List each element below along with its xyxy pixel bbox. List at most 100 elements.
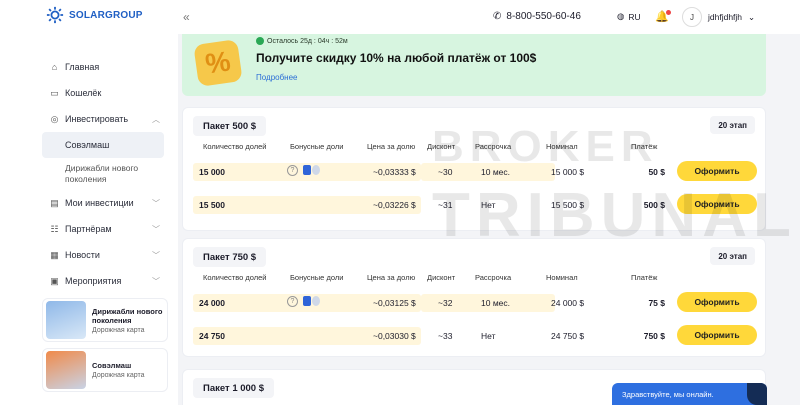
promo-card-airships[interactable]: Дирижабли нового поколения Дорожная карта: [42, 298, 168, 342]
sidebar-item-label: Дирижабли нового поколения: [65, 163, 139, 184]
payment-amount: 75 $: [648, 298, 665, 308]
share-price: ~0,03125 $: [373, 298, 416, 308]
chat-text: Здравствуйте, мы онлайн.: [622, 389, 714, 399]
share-price: ~0,03030 $: [373, 331, 416, 341]
chevron-down-icon: ⌄: [748, 11, 756, 22]
phone-icon: ✆: [493, 11, 502, 22]
sidebar-item-home[interactable]: ⌂ Главная: [0, 54, 178, 80]
home-icon: ⌂: [51, 62, 58, 72]
sidebar-item-wallet[interactable]: ▭ Кошелёк: [0, 80, 178, 106]
sidebar-item-label: Партнёрам: [65, 224, 112, 234]
package-title: Пакет 750 $: [193, 247, 267, 267]
chevron-up-icon: ︿: [152, 114, 160, 124]
column-header: Платёж: [631, 273, 658, 282]
promo-card-sovelmash[interactable]: Совэлмаш Дорожная карта: [42, 348, 168, 392]
column-header: Цена за долю: [367, 273, 416, 282]
calendar-icon: ▣: [50, 275, 59, 286]
chevron-down-icon: ﹀: [152, 224, 160, 234]
bonus-toggle-icon[interactable]: [303, 165, 321, 176]
column-headers: Количество долей Бонусные доли Цена за дол…: [183, 273, 765, 283]
sidebar-item-label: Главная: [65, 62, 100, 72]
installment: Нет: [481, 331, 496, 341]
stage-badge: 20 этап: [710, 116, 755, 134]
bonus-toggle-icon[interactable]: [303, 296, 321, 307]
toggle-knob: [312, 165, 320, 175]
shares-quantity: 24 750: [199, 331, 225, 341]
sidebar-item-invest[interactable]: ◎ Инвестировать ︿: [0, 106, 178, 132]
help-icon[interactable]: ?: [287, 296, 298, 307]
globe-icon: ◍: [617, 11, 625, 21]
sidebar-item-events[interactable]: ▣ Мероприятия ﹀: [0, 268, 178, 294]
factory-image: [46, 351, 86, 389]
invest-icon: ◎: [50, 113, 59, 124]
chevron-down-icon: ﹀: [152, 198, 160, 208]
column-header: Количество долей: [203, 142, 267, 151]
notification-dot: [665, 10, 671, 15]
help-icon[interactable]: ?: [287, 165, 298, 176]
sidebar-nav: ⌂ Главная ▭ Кошелёк ◎ Инвестировать ︿ Совэлм…: [0, 54, 178, 294]
username: jdhfjdhfjh: [708, 12, 743, 22]
sidebar-subitem-sovelmash[interactable]: Совэлмаш: [42, 132, 164, 158]
sidebar-item-label: Инвестировать: [65, 114, 129, 124]
sidebar-item-label: Новости: [65, 250, 100, 260]
sidebar-item-partners[interactable]: ☷ Партнёрам ﹀: [0, 216, 178, 242]
language-selector[interactable]: ◍ RU: [617, 11, 641, 22]
package-title: Пакет 500 $: [193, 116, 267, 136]
promo-subtitle: Дорожная карта: [92, 326, 145, 334]
chat-widget[interactable]: Здравствуйте, мы онлайн.: [612, 383, 767, 405]
package-row: 24 750 ~0,03030 $ ~33 Нет 24 750 $ 750 $ Оформ…: [183, 325, 765, 347]
column-header: Количество долей: [203, 273, 267, 282]
banner-headline: Получите скидку 10% на любой платёж от 1…: [256, 51, 537, 65]
column-header: Дисконт: [427, 273, 456, 282]
installment: 10 мес.: [481, 298, 510, 308]
sidebar-subitem-airships[interactable]: Дирижабли нового поколения: [0, 158, 150, 190]
notifications-bell-icon[interactable]: 🔔: [655, 10, 671, 23]
clock-icon: [256, 37, 264, 45]
order-button[interactable]: Оформить: [677, 161, 757, 181]
timer-text: Осталось 25д : 04ч : 52м: [267, 37, 348, 45]
logo-text: SOLARGROUP: [69, 9, 143, 21]
order-button[interactable]: Оформить: [677, 292, 757, 312]
column-header: Бонусные доли: [290, 142, 344, 151]
discount: ~32: [438, 298, 453, 308]
chevron-down-icon: ﹀: [152, 276, 160, 286]
cube-icon: [303, 296, 311, 306]
promo-banner: % Осталось 25д : 04ч : 52м Получите скид…: [182, 34, 766, 96]
column-header: Бонусные доли: [290, 273, 344, 282]
portfolio-icon: ▤: [50, 197, 59, 208]
sidebar-item-my-investments[interactable]: ▤ Мои инвестиции ﹀: [0, 190, 178, 216]
watermark-line1: BROKER: [432, 122, 659, 171]
discount: ~33: [438, 331, 453, 341]
promo-subtitle: Дорожная карта: [92, 372, 145, 379]
shares-quantity: 15 500: [199, 200, 225, 210]
column-header: Номинал: [546, 273, 578, 282]
payment-amount: 750 $: [643, 331, 665, 341]
order-button[interactable]: Оформить: [677, 325, 757, 345]
sidebar-item-label: Совэлмаш: [65, 140, 110, 150]
sidebar-item-label: Кошелёк: [65, 88, 102, 98]
user-menu[interactable]: Jjdhfjdhfjh ⌄: [682, 7, 755, 27]
collapse-sidebar-icon[interactable]: «: [183, 10, 190, 24]
sidebar-item-news[interactable]: ▦ Новости ﹀: [0, 242, 178, 268]
sun-logo-icon: [46, 6, 64, 24]
cube-icon: [303, 165, 311, 175]
sidebar: SOLARGROUP ⌂ Главная ▭ Кошелёк ◎ Инвестиров…: [0, 0, 178, 405]
share-price: ~0,03226 $: [373, 200, 416, 210]
partners-icon: ☷: [50, 223, 59, 234]
phone-link[interactable]: ✆ 8-800-550-60-46: [493, 11, 581, 22]
banner-more-link[interactable]: Подробнее: [256, 73, 298, 82]
language-label: RU: [628, 11, 641, 22]
sidebar-item-label: Мои инвестиции: [65, 198, 134, 208]
chevron-down-icon: ﹀: [152, 250, 160, 260]
share-price: ~0,03333 $: [373, 167, 416, 177]
wallet-icon: ▭: [50, 87, 59, 98]
toggle-knob: [312, 296, 320, 306]
phone-number: 8-800-550-60-46: [506, 11, 581, 22]
promo-title: Дирижабли нового поколения: [92, 306, 163, 325]
package-row: 24 000? ~0,03125 $ ~32 10 мес. 24 000 $ 75 $ О…: [183, 292, 765, 314]
package-card: Пакет 750 $20 этап Количество долей Бонусн…: [182, 238, 766, 357]
airship-image: [46, 301, 86, 339]
package-title: Пакет 1 000 $: [193, 378, 275, 398]
logo[interactable]: SOLARGROUP: [46, 6, 143, 24]
countdown-timer: Осталось 25д : 04ч : 52м: [256, 37, 348, 45]
